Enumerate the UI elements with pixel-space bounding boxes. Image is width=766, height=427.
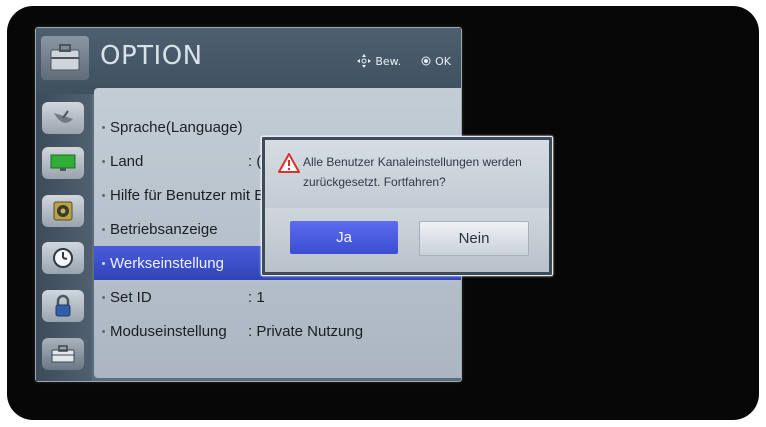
dpad-icon xyxy=(357,54,372,68)
dialog-button-area: Ja Nein xyxy=(265,208,549,272)
menu-item-set-id[interactable]: Set ID : 1 xyxy=(94,280,461,314)
ok-hint: OK xyxy=(421,55,451,68)
navigation-hints: Bew. OK xyxy=(357,54,451,68)
category-sidebar xyxy=(36,94,92,381)
bullet xyxy=(102,261,105,265)
satellite-dish-icon xyxy=(54,110,73,123)
dialog-message: Alle Benutzer Kanaleinstellungen werden … xyxy=(303,155,522,189)
menu-item-value: : Private Nutzung xyxy=(248,322,364,340)
dialog-message-area: Alle Benutzer Kanaleinstellungen werden … xyxy=(265,140,549,208)
confirm-reset-dialog: Alle Benutzer Kanaleinstellungen werden … xyxy=(261,136,553,276)
lock-icon xyxy=(55,294,71,317)
toolbox-icon xyxy=(51,345,75,363)
ok-hint-label: OK xyxy=(435,54,451,68)
menu-item-label: Land xyxy=(110,152,144,170)
warning-icon xyxy=(278,153,300,173)
menu-item-mode-setting[interactable]: Moduseinstellung : Private Nutzung xyxy=(94,314,461,348)
menu-item-label: Sprache(Language) xyxy=(110,118,243,136)
menu-header: OPTION Bew. OK xyxy=(36,28,461,94)
monitor-icon xyxy=(50,154,76,171)
menu-item-label: Moduseinstellung xyxy=(110,322,227,340)
clock-icon xyxy=(53,248,73,268)
sidebar-item-channels[interactable] xyxy=(42,102,84,134)
page-title: OPTION xyxy=(100,41,203,71)
menu-item-value: : 1 xyxy=(248,288,265,306)
bullet xyxy=(102,159,105,163)
toolbox-header-icon xyxy=(41,36,89,80)
menu-item-label: Hilfe für Benutzer mit Be xyxy=(110,186,273,204)
confirm-button[interactable]: Ja xyxy=(290,221,398,254)
menu-item-label: Betriebsanzeige xyxy=(110,220,218,238)
ok-button-icon xyxy=(421,56,431,66)
sidebar-item-time[interactable] xyxy=(42,242,84,274)
menu-item-value: : ( xyxy=(248,152,262,170)
cancel-button[interactable]: Nein xyxy=(419,221,529,256)
sidebar-item-option[interactable] xyxy=(42,338,84,370)
bullet xyxy=(102,227,105,231)
menu-item-label: Werkseinstellung xyxy=(110,254,224,272)
bullet xyxy=(102,329,105,333)
speaker-icon xyxy=(53,201,73,221)
sidebar-item-picture[interactable] xyxy=(42,147,84,179)
tv-screen: OPTION Bew. OK Sprache(Language) Land: … xyxy=(7,6,759,420)
sidebar-item-audio[interactable] xyxy=(42,195,84,227)
sidebar-item-lock[interactable] xyxy=(42,290,84,322)
bullet xyxy=(102,295,105,299)
move-hint-label: Bew. xyxy=(375,54,402,68)
menu-item-label: Set ID xyxy=(110,288,152,306)
move-hint: Bew. xyxy=(357,54,401,68)
bullet xyxy=(102,125,105,129)
bullet xyxy=(102,193,105,197)
